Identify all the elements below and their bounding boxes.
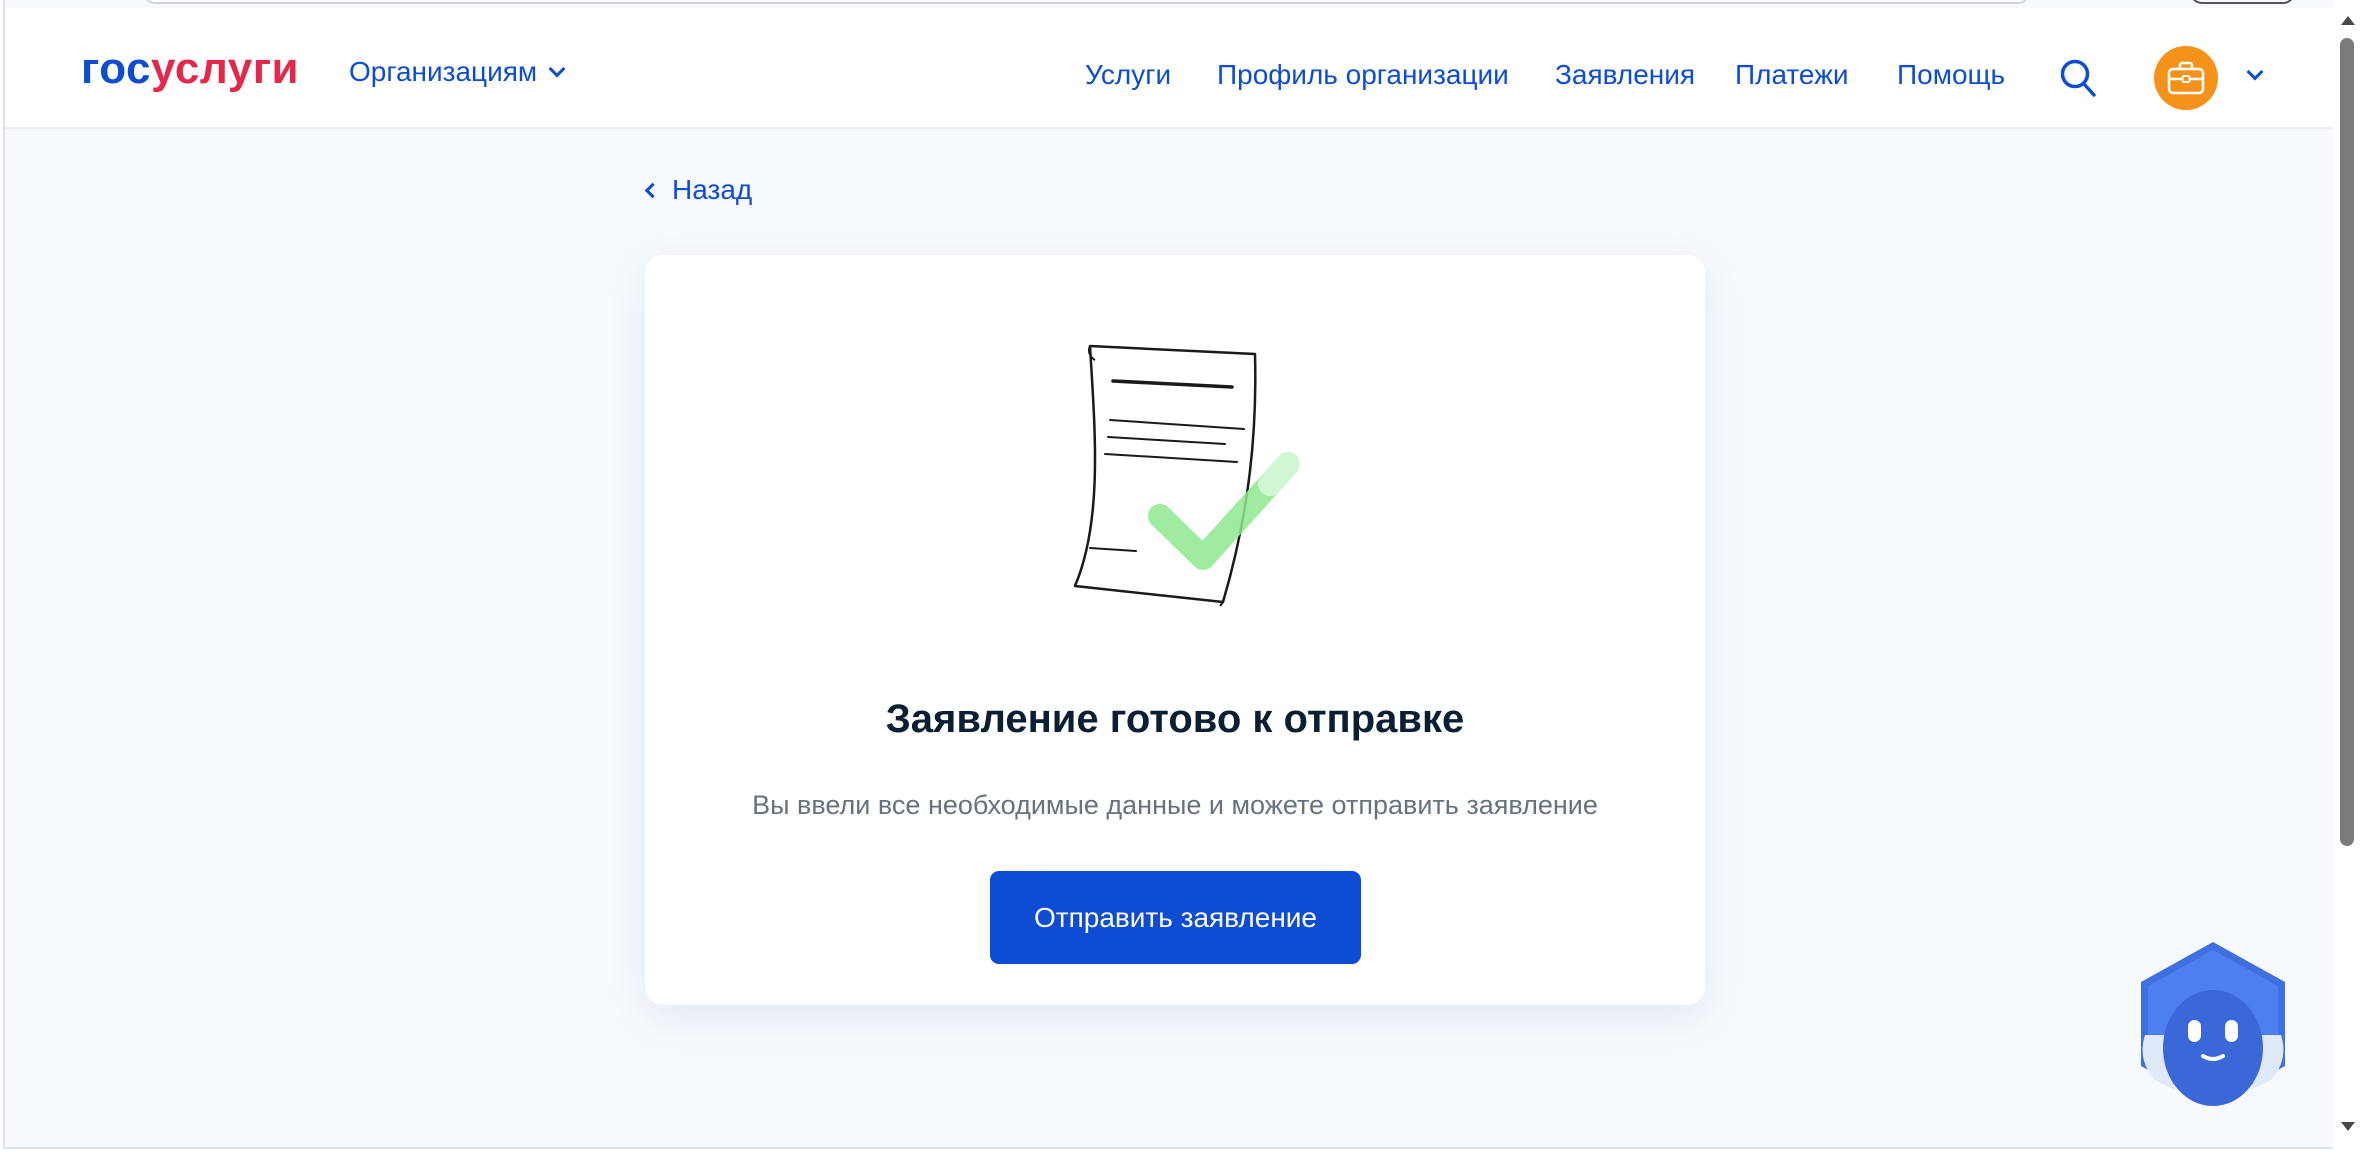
chevron-down-icon	[548, 60, 566, 78]
chat-robot-icon[interactable]	[2135, 940, 2291, 1110]
application-ready-card: Заявление готово к отправке Вы ввели все…	[645, 255, 1705, 1005]
briefcase-icon	[2167, 61, 2205, 95]
address-bar-fragment	[143, 0, 2030, 4]
logo-text-uslugi: услуги	[151, 44, 300, 93]
search-icon[interactable]	[2059, 58, 2097, 98]
chevron-down-icon[interactable]	[2246, 63, 2264, 81]
logo-text-gos: гос	[81, 44, 152, 93]
scroll-thumb[interactable]	[2340, 38, 2354, 846]
submit-application-button[interactable]: Отправить заявление	[990, 871, 1361, 964]
browser-button-fragment	[2190, 0, 2295, 4]
nav-link-applications[interactable]: Заявления	[1555, 59, 1695, 91]
nav-link-organization-profile[interactable]: Профиль организации	[1217, 59, 1509, 91]
back-link-label: Назад	[672, 174, 753, 205]
back-link[interactable]: Назад	[643, 174, 752, 206]
scroll-down-arrow-icon[interactable]	[2341, 1122, 2355, 1131]
nav-link-services[interactable]: Услуги	[1085, 59, 1171, 91]
browser-viewport: госуслуги Организациям Услуги Профиль ор…	[3, 0, 2333, 1149]
card-subtitle: Вы ввели все необходимые данные и можете…	[752, 790, 1598, 820]
nav-link-payments[interactable]: Платежи	[1735, 59, 1849, 91]
chevron-left-icon	[644, 182, 661, 198]
organizations-menu-label: Организациям	[349, 56, 538, 87]
gosuslugi-logo[interactable]: госуслуги	[81, 47, 299, 91]
organizations-menu[interactable]: Организациям	[349, 56, 566, 88]
document-check-illustration	[1025, 340, 1325, 635]
organization-avatar[interactable]	[2154, 46, 2218, 110]
scroll-up-arrow-icon[interactable]	[2341, 16, 2355, 25]
site-header: госуслуги Организациям Услуги Профиль ор…	[5, 8, 2333, 129]
card-title: Заявление готово к отправке	[885, 697, 1465, 741]
vertical-scrollbar[interactable]	[2335, 0, 2360, 1152]
nav-link-help[interactable]: Помощь	[1897, 59, 2005, 91]
